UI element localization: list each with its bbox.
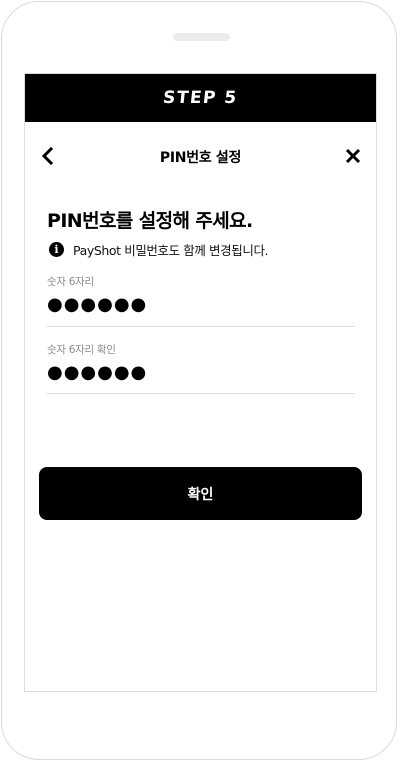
pin-confirm-field[interactable]: 숫자 6자리 확인 ●●●●●● bbox=[47, 342, 355, 394]
phone-speaker bbox=[173, 33, 230, 41]
phone-frame: STEP 5 PIN번호 설정 PIN번호를 설정해 주세요. i PaySho… bbox=[1, 1, 397, 760]
pin-field[interactable]: 숫자 6자리 ●●●●●● bbox=[47, 274, 355, 327]
step-label: STEP 5 bbox=[162, 88, 239, 108]
confirm-button[interactable]: 확인 bbox=[39, 467, 362, 520]
pin-field-value: ●●●●●● bbox=[47, 294, 148, 315]
pin-confirm-field-label: 숫자 6자리 확인 bbox=[47, 344, 116, 356]
info-text: PayShot 비밀번호도 함께 변경됩니다. bbox=[73, 242, 269, 258]
page-title: PIN번호 설정 bbox=[159, 150, 242, 166]
app-screen: STEP 5 PIN번호 설정 PIN번호를 설정해 주세요. i PaySho… bbox=[24, 73, 377, 692]
info-icon: i bbox=[49, 241, 64, 257]
step-header: STEP 5 bbox=[25, 74, 376, 122]
info-notice: i PayShot 비밀번호도 함께 변경됩니다. bbox=[49, 240, 269, 258]
main-heading: PIN번호를 설정해 주세요. bbox=[47, 210, 253, 232]
close-icon[interactable] bbox=[345, 148, 361, 164]
navigation-bar: PIN번호 설정 bbox=[25, 122, 376, 192]
pin-confirm-field-value: ●●●●●● bbox=[47, 362, 148, 383]
pin-field-label: 숫자 6자리 bbox=[47, 276, 94, 288]
